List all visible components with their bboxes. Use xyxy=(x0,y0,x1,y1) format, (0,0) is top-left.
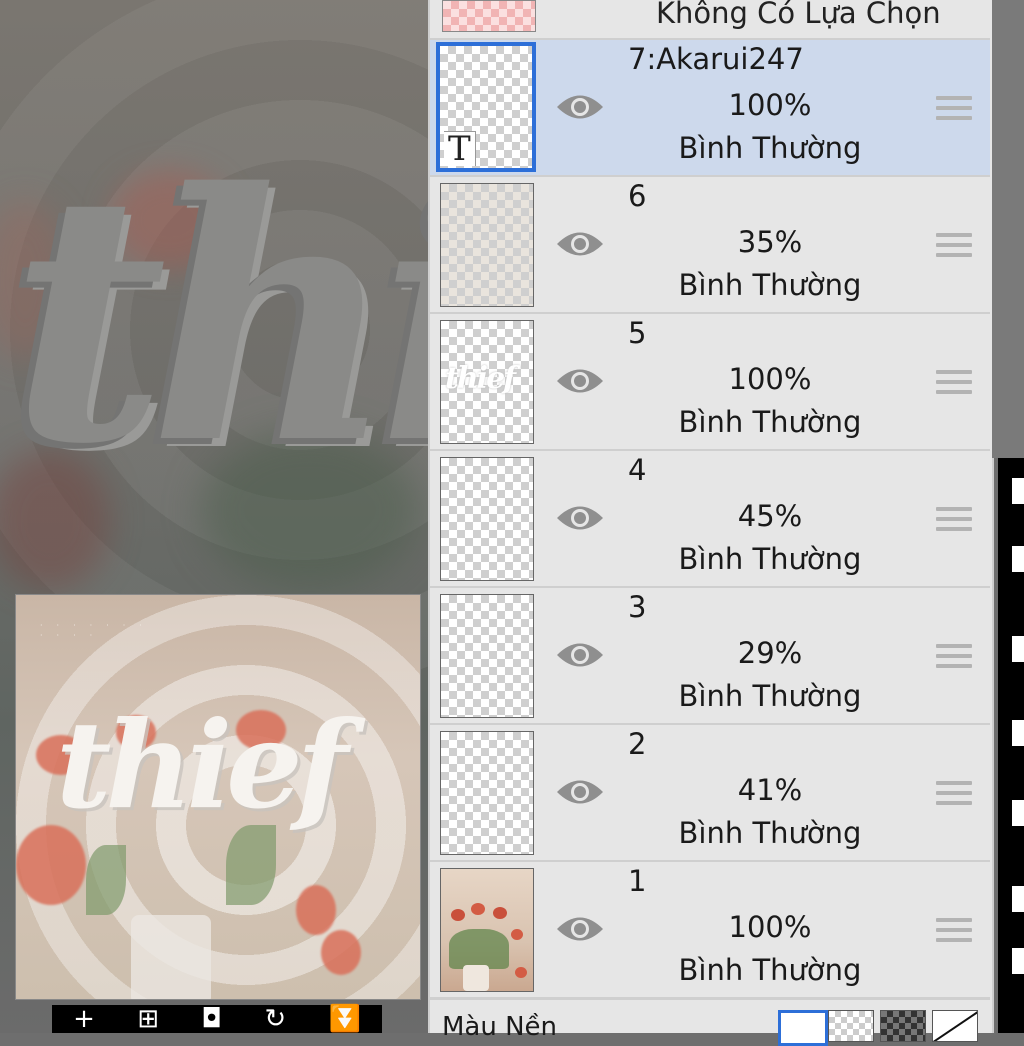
layer-row-2[interactable]: 2 41% Bình Thường xyxy=(430,725,990,862)
layer-row-5[interactable]: thief 5 100% Bình Thường xyxy=(430,314,990,451)
selection-thumbnail xyxy=(442,0,536,32)
drag-handle-icon[interactable] xyxy=(936,233,972,259)
layer-thumbnail: thief xyxy=(440,320,534,444)
drag-handle-icon[interactable] xyxy=(936,781,972,807)
eye-icon[interactable] xyxy=(555,227,605,261)
rotate-icon[interactable]: ↻ xyxy=(264,1004,286,1033)
layer-opacity: 29% xyxy=(737,636,803,670)
play-icon[interactable] xyxy=(1012,720,1024,746)
preview-leaf xyxy=(86,845,126,915)
layer-thumbnail xyxy=(440,457,534,581)
bg-white-swatch[interactable] xyxy=(778,1010,828,1046)
layer-blend-mode: Bình Thường xyxy=(678,405,862,439)
right-gutter xyxy=(992,0,1024,458)
layer-thumbnail: T xyxy=(436,42,536,172)
menu-icon[interactable] xyxy=(1012,886,1024,912)
preview-flower xyxy=(296,885,336,935)
preview-dots: ······· ···· xyxy=(40,621,156,640)
layer-blend-mode: Bình Thường xyxy=(678,268,862,302)
thumbnail-text-preview: thief xyxy=(445,361,516,396)
background-color-row: Màu Nền xyxy=(430,998,990,1046)
background-color-label: Màu Nền xyxy=(442,1012,558,1042)
layer-thumbnail xyxy=(440,594,534,718)
layer-row-6[interactable]: 6 35% Bình Thường xyxy=(430,177,990,314)
eye-icon[interactable] xyxy=(555,501,605,535)
layer-row-7[interactable]: T 7:Akarui247 100% Bình Thường xyxy=(430,40,990,177)
layer-thumbnail xyxy=(440,868,534,992)
preview-flower xyxy=(321,930,361,975)
eye-icon[interactable] xyxy=(555,90,605,124)
layer-row-4[interactable]: 4 45% Bình Thường xyxy=(430,451,990,588)
drawing-canvas[interactable]: thi ··········· thief + ⊞ ◘ ↻ ⏬ xyxy=(0,0,428,1033)
text-layer-icon: T xyxy=(444,131,476,166)
layers-panel: Không Có Lựa Chọn T 7:Akarui247 100% Bìn… xyxy=(428,0,994,1046)
layer-blend-mode: Bình Thường xyxy=(678,679,862,713)
tool-icon[interactable] xyxy=(1012,546,1024,572)
tool-icon[interactable] xyxy=(1012,636,1024,662)
eye-icon[interactable] xyxy=(555,364,605,398)
navigator-preview[interactable]: ······· ···· thief xyxy=(15,594,421,1000)
layer-blend-mode: Bình Thường xyxy=(678,953,862,987)
bg-dark-checker-swatch[interactable] xyxy=(880,1010,926,1042)
bg-light-checker-swatch[interactable] xyxy=(828,1010,874,1042)
layer-name: 7:Akarui247 xyxy=(628,42,804,76)
tool-icon[interactable] xyxy=(1012,948,1024,974)
preview-text: thief xyxy=(56,695,348,836)
layer-row-3[interactable]: 3 29% Bình Thường xyxy=(430,588,990,725)
layer-opacity: 35% xyxy=(737,225,803,259)
canvas-zoomed-text: thi xyxy=(10,120,428,519)
drag-handle-icon[interactable] xyxy=(936,96,972,122)
canvas-toolbar: + ⊞ ◘ ↻ ⏬ xyxy=(52,1004,382,1033)
layer-opacity: 45% xyxy=(737,499,803,533)
layer-blend-mode: Bình Thường xyxy=(678,131,862,165)
bg-transparent-swatch[interactable] xyxy=(932,1010,978,1042)
layer-name: 1 xyxy=(628,864,647,898)
checker-icon[interactable] xyxy=(1012,478,1024,504)
drag-handle-icon[interactable] xyxy=(936,507,972,533)
layer-name: 5 xyxy=(628,316,647,350)
camera-icon[interactable]: ◘ xyxy=(201,1004,222,1033)
drag-handle-icon[interactable] xyxy=(936,370,972,396)
eye-icon[interactable] xyxy=(555,912,605,946)
preview-leaf xyxy=(226,825,276,905)
layer-name: 6 xyxy=(628,179,647,213)
layer-opacity: 100% xyxy=(728,362,812,396)
layer-name: 4 xyxy=(628,453,647,487)
layer-name: 2 xyxy=(628,727,647,761)
side-toolbar xyxy=(998,458,1024,1033)
layer-thumbnail xyxy=(440,731,534,855)
layer-blend-mode: Bình Thường xyxy=(678,542,862,576)
selection-layer-row[interactable]: Không Có Lựa Chọn xyxy=(430,0,990,40)
preview-vase xyxy=(131,915,211,999)
layer-blend-mode: Bình Thường xyxy=(678,816,862,850)
layer-row-1[interactable]: 1 100% Bình Thường xyxy=(430,862,990,999)
drag-handle-icon[interactable] xyxy=(936,644,972,670)
layer-opacity: 100% xyxy=(728,88,812,122)
layer-opacity: 100% xyxy=(728,910,812,944)
add-icon[interactable]: + xyxy=(73,1004,95,1033)
preview-flower xyxy=(16,825,86,905)
layer-thumbnail xyxy=(440,183,534,307)
drag-handle-icon[interactable] xyxy=(936,918,972,944)
layer-opacity: 41% xyxy=(737,773,803,807)
layer-name: 3 xyxy=(628,590,647,624)
close-icon[interactable] xyxy=(1012,800,1024,826)
eye-icon[interactable] xyxy=(555,638,605,672)
merge-down-icon[interactable]: ⏬ xyxy=(328,1004,360,1033)
add-layer-icon[interactable]: ⊞ xyxy=(137,1004,159,1033)
no-selection-label: Không Có Lựa Chọn xyxy=(656,0,941,30)
eye-icon[interactable] xyxy=(555,775,605,809)
